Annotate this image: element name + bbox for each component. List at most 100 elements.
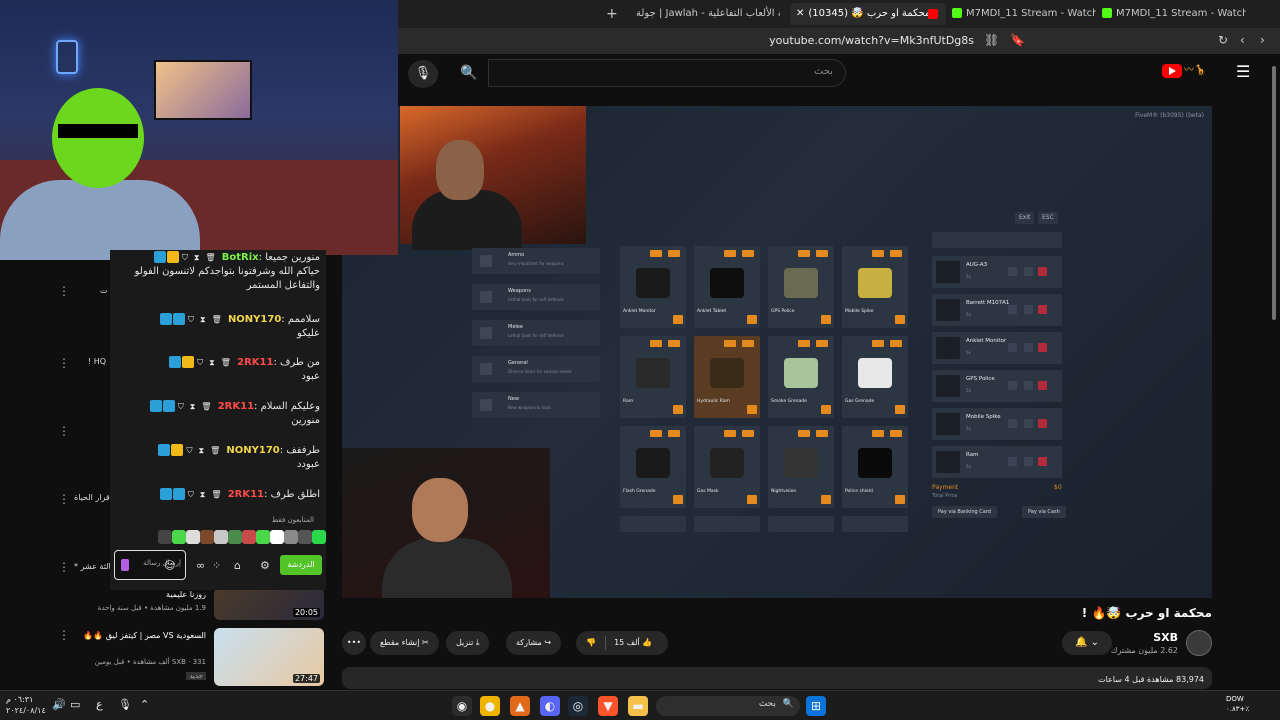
battery-icon[interactable]: ▭	[70, 698, 80, 711]
sidebar-video-title[interactable]: HQ !	[88, 357, 106, 366]
chat-username[interactable]: BotRix	[222, 252, 259, 263]
download-button[interactable]: تنزيل ⤓	[446, 631, 490, 655]
channel-avatar[interactable]	[1186, 630, 1212, 656]
shop-item[interactable]: Flash Grenade	[620, 426, 686, 508]
sidebar-video-title[interactable]: ت	[100, 286, 108, 295]
reload-icon[interactable]: ↻	[1218, 33, 1228, 47]
shop-item-partial[interactable]	[620, 516, 686, 532]
browser-tab[interactable]: جولة | Jawlah - منصة الألعاب التفاعلية	[630, 3, 780, 25]
more-icon[interactable]: ⋮	[58, 284, 70, 298]
shop-item-partial[interactable]	[768, 516, 834, 532]
emote-icon[interactable]	[298, 530, 312, 544]
cart-icon[interactable]	[747, 405, 757, 414]
cart-icon[interactable]	[895, 495, 905, 504]
bookmark-icon[interactable]: 🔖	[1010, 33, 1025, 47]
shop-item[interactable]: Hydraulic Ram	[694, 336, 760, 418]
menu-icon[interactable]: ☰	[1236, 62, 1250, 81]
minus-button[interactable]	[1008, 305, 1017, 314]
emote-icon[interactable]	[284, 530, 298, 544]
youtube-logo[interactable]	[1162, 64, 1182, 78]
delete-button[interactable]	[1038, 267, 1047, 276]
shop-item[interactable]: Police shield	[842, 426, 908, 508]
forward-icon[interactable]: ›	[1260, 33, 1265, 47]
more-icon[interactable]: ⋮	[58, 560, 70, 574]
cart-icon[interactable]	[895, 405, 905, 414]
cart-row[interactable]: Ram 5x	[932, 446, 1062, 478]
language-indicator[interactable]: ع	[96, 698, 103, 711]
notification-bell-button[interactable]: 🔔 ⌄	[1062, 631, 1112, 655]
plus-button[interactable]	[1024, 305, 1033, 314]
cart-icon[interactable]	[673, 405, 683, 414]
shop-item[interactable]: GPS Police	[768, 246, 834, 328]
plus-button[interactable]	[1024, 267, 1033, 276]
category-ammo[interactable]: Ammo Very important for weapons	[472, 248, 600, 274]
more-actions-button[interactable]: •••	[342, 631, 366, 655]
category-general[interactable]: General Diverse items for various needs	[472, 356, 600, 382]
vlc-icon[interactable]: ▲	[510, 696, 530, 716]
taskbar-clock[interactable]: ٠٦:٣١ م ٢٠٢٤/٠٨/١٤	[6, 694, 46, 716]
cart-icon[interactable]	[747, 315, 757, 324]
shop-item[interactable]: Gas Mask	[694, 426, 760, 508]
emote-icon[interactable]	[312, 530, 326, 544]
chat-username[interactable]: NONY170	[226, 445, 279, 456]
cart-row[interactable]: Mobile Spike 5x	[932, 408, 1062, 440]
trash-icon[interactable]: 🗑	[201, 402, 211, 411]
minus-button[interactable]	[1008, 457, 1017, 466]
like-count[interactable]: 15 ألف	[614, 638, 640, 647]
url-text[interactable]: youtube.com/watch?v=Mk3nfUtDg8s	[769, 34, 974, 47]
category-new[interactable]: New New weapons & tools	[472, 392, 600, 418]
cart-row[interactable]: Anklet Monitor 5x	[932, 332, 1062, 364]
more-icon[interactable]: ⋮	[58, 356, 70, 370]
shop-item[interactable]: Anklet Monitor	[620, 246, 686, 328]
emoji-icon[interactable]: ☺	[164, 559, 175, 572]
plus-button[interactable]	[1024, 419, 1033, 428]
more-icon[interactable]: ⋮	[58, 492, 70, 506]
esc-key[interactable]: ESC	[1038, 212, 1058, 224]
trash-icon[interactable]: 🗑	[211, 490, 221, 499]
shop-item[interactable]: Gas Grenade	[842, 336, 908, 418]
trash-icon[interactable]: 🗑	[210, 446, 220, 455]
taskbar-search[interactable]: بحث 🔍	[656, 696, 800, 716]
browser-tab[interactable]: M7MDI_11 Stream - Watch Live o	[1096, 3, 1246, 25]
discord-icon[interactable]: ◐	[540, 696, 560, 716]
emote-icon[interactable]	[270, 530, 284, 544]
shop-item[interactable]: Smoke Grenade	[768, 336, 834, 418]
back-icon[interactable]: ‹	[1240, 33, 1245, 47]
minus-button[interactable]	[1008, 419, 1017, 428]
share-button[interactable]: مشاركة ↪	[506, 631, 562, 655]
minus-button[interactable]	[1008, 343, 1017, 352]
cart-icon[interactable]	[821, 495, 831, 504]
cart-icon[interactable]	[673, 315, 683, 324]
page-scrollbar[interactable]	[1272, 66, 1276, 320]
browser-tab-active[interactable]: ✕ محكمة او حرب 🤯 (10345)	[790, 3, 946, 25]
folder-icon[interactable]: ▬	[628, 696, 648, 716]
emote-icon[interactable]	[172, 530, 186, 544]
chevron-up-icon[interactable]: ⌃	[140, 698, 149, 711]
steam-icon[interactable]: ◎	[568, 696, 588, 716]
trash-icon[interactable]: 🗑	[205, 253, 215, 262]
plus-button[interactable]	[1024, 381, 1033, 390]
dislike-icon[interactable]: 👎	[586, 638, 596, 647]
emote-icon[interactable]	[214, 530, 228, 544]
shop-item[interactable]: Nightvision	[768, 426, 834, 508]
app-icon[interactable]: ●	[480, 696, 500, 716]
search-button[interactable]: 🔍	[452, 60, 486, 86]
cart-icon[interactable]	[821, 315, 831, 324]
trash-icon[interactable]: 🗑	[212, 315, 222, 324]
category-weapons[interactable]: Weapons Lethal tools for self defense	[472, 284, 600, 310]
minus-button[interactable]	[1008, 267, 1017, 276]
channel-name[interactable]: SXB	[1153, 631, 1178, 644]
delete-button[interactable]	[1038, 457, 1047, 466]
shop-item[interactable]: Anklet Tablet	[694, 246, 760, 328]
cart-row-partial[interactable]	[932, 232, 1062, 248]
delete-button[interactable]	[1038, 305, 1047, 314]
more-icon[interactable]: ⋮	[58, 424, 70, 438]
browser-tab[interactable]: M7MDI_11 Stream - Watch Live o	[946, 3, 1096, 25]
shop-item-partial[interactable]	[694, 516, 760, 532]
cart-icon[interactable]	[821, 405, 831, 414]
clip-button[interactable]: إنشاء مقطع ✂	[370, 631, 439, 655]
cart-icon[interactable]	[747, 495, 757, 504]
like-icon[interactable]: 👍	[642, 638, 652, 647]
description-box[interactable]	[342, 667, 1212, 689]
more-icon[interactable]: ⋮	[58, 628, 70, 642]
